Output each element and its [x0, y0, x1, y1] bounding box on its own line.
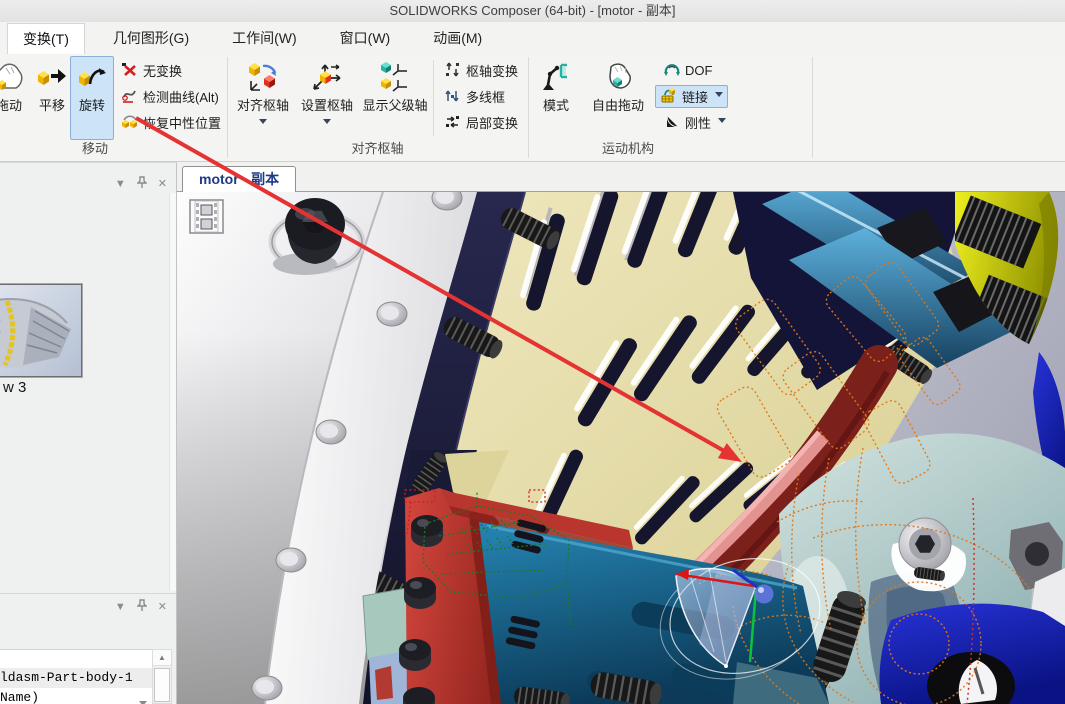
pivot-sphere-handle[interactable] [755, 585, 774, 604]
close-icon[interactable]: ✕ [158, 600, 167, 614]
pan-icon [35, 60, 69, 94]
document-tab-bar: motor - 副本 [177, 162, 1065, 192]
detect-curve-label: 检测曲线(Alt) [143, 87, 219, 106]
views-pane-controls: ▼ ✕ [115, 177, 167, 191]
free-drag-button[interactable]: 自由拖动 [581, 56, 655, 140]
tab-workshop[interactable]: 工作间(W) [217, 23, 312, 54]
move-group-label: 移动 [0, 138, 190, 157]
pivot-transform-label: 枢轴变换 [466, 61, 518, 80]
inner-separator [433, 60, 434, 136]
detect-curve-icon [121, 87, 138, 107]
drag-label: 拖动 [0, 95, 22, 114]
list-spacer [0, 650, 152, 668]
mode-label: 模式 [543, 95, 569, 114]
free-drag-label: 自由拖动 [592, 95, 644, 114]
local-transform-label: 局部变换 [466, 113, 518, 132]
collapse-icon[interactable]: ▼ [115, 600, 126, 614]
restore-neutral-button[interactable]: 恢复中性位置 [116, 111, 226, 134]
list-item[interactable]: Name) [0, 688, 152, 704]
view-thumbnail[interactable] [0, 284, 82, 377]
set-pivot-icon [310, 60, 344, 94]
menu-tab-strip: 变换(T) 几何图形(G) 工作间(W) 窗口(W) 动画(M) [0, 22, 1065, 54]
rotate-icon [75, 60, 109, 94]
left-panel: ▼ ✕ w 3 ▼ ✕ ldasm-Part-body-1 Name) ▲ [0, 162, 177, 704]
drag-button[interactable]: 拖动 [0, 56, 32, 140]
multi-wireframe-icon [444, 87, 461, 107]
restore-neutral-icon [121, 113, 138, 133]
multi-wireframe-button[interactable]: 多线框 [439, 85, 510, 108]
link-icon [660, 87, 677, 107]
rigid-label: 刚性 [685, 113, 711, 132]
rigid-icon [663, 113, 680, 133]
pan-button[interactable]: 平移 [32, 56, 72, 140]
pin-icon[interactable] [137, 176, 147, 193]
pivot-group-label: 对齐枢轴 [227, 138, 528, 157]
no-transform-button[interactable]: 无变换 [116, 59, 187, 82]
view-thumbnail-image [0, 285, 81, 376]
local-transform-icon [444, 113, 461, 133]
ribbon: 拖动 平移 旋转 无变换 检测曲线(Alt) 恢复中性位置 移动 [0, 54, 1065, 162]
link-dropdown[interactable] [715, 92, 723, 101]
link-label: 链接 [682, 87, 708, 106]
properties-pane-controls: ▼ ✕ [115, 600, 167, 614]
align-pivot-button[interactable]: 对齐枢轴 [233, 56, 293, 140]
viewport-3d[interactable] [177, 192, 1065, 704]
set-pivot-dropdown[interactable] [323, 119, 331, 128]
align-pivot-icon [246, 60, 280, 94]
drag-icon [0, 60, 26, 94]
link-button[interactable]: 链接 [655, 85, 728, 108]
rigid-button[interactable]: 刚性 [658, 111, 731, 134]
tab-animation[interactable]: 动画(M) [418, 23, 497, 54]
align-pivot-dropdown[interactable] [259, 119, 267, 128]
local-transform-button[interactable]: 局部变换 [439, 111, 523, 134]
animation-marker-icon[interactable] [190, 200, 223, 233]
scroll-thumb[interactable] [154, 668, 170, 702]
list-item-label: Name) [0, 690, 39, 704]
model-scene [177, 192, 1065, 704]
properties-scrollbar[interactable]: ▲ [152, 649, 172, 704]
tab-geometry[interactable]: 几何图形(G) [98, 23, 204, 54]
align-pivot-label: 对齐枢轴 [237, 95, 289, 114]
bracket-blue [879, 604, 1065, 704]
free-drag-icon [601, 60, 635, 94]
pin-icon[interactable] [137, 599, 147, 616]
motion-group-label: 运动机构 [528, 138, 728, 157]
restore-neutral-label: 恢复中性位置 [143, 113, 221, 132]
show-parent-axis-button[interactable]: 显示父级轴 [359, 56, 431, 140]
show-parent-axis-icon [378, 60, 412, 94]
set-pivot-label: 设置枢轴 [301, 95, 353, 114]
no-transform-icon [121, 61, 138, 81]
tab-transform[interactable]: 变换(T) [7, 23, 85, 54]
rigid-dropdown[interactable] [718, 118, 726, 127]
multi-wireframe-label: 多线框 [466, 87, 505, 106]
close-icon[interactable]: ✕ [158, 177, 167, 191]
no-transform-label: 无变换 [143, 61, 182, 80]
list-item[interactable]: ldasm-Part-body-1 [0, 668, 152, 688]
rotate-label: 旋转 [79, 95, 105, 114]
tab-window[interactable]: 窗口(W) [325, 23, 406, 54]
pan-label: 平移 [39, 95, 65, 114]
document-tab[interactable]: motor - 副本 [182, 166, 296, 192]
set-pivot-button[interactable]: 设置枢轴 [297, 56, 357, 140]
detect-curve-button[interactable]: 检测曲线(Alt) [116, 85, 224, 108]
mode-icon [539, 60, 573, 94]
dof-button[interactable]: DOF [658, 59, 717, 82]
mode-button[interactable]: 模式 [533, 56, 579, 140]
collapse-icon[interactable]: ▼ [115, 177, 126, 191]
dof-label: DOF [685, 63, 712, 78]
pivot-transform-icon [444, 61, 461, 81]
dof-icon [663, 61, 680, 81]
pane-splitter[interactable] [0, 593, 176, 594]
scroll-up-button[interactable]: ▲ [153, 650, 171, 666]
views-pane-scroll-strip[interactable] [169, 193, 176, 591]
show-parent-axis-label: 显示父级轴 [362, 95, 427, 114]
properties-list: ldasm-Part-body-1 Name) [0, 649, 152, 704]
window-title: SOLIDWORKS Composer (64-bit) - [motor - … [0, 0, 1065, 22]
rotate-button[interactable]: 旋转 [70, 56, 114, 140]
view-label: w 3 [3, 379, 26, 396]
group-separator [812, 57, 813, 158]
pivot-transform-button[interactable]: 枢轴变换 [439, 59, 523, 82]
